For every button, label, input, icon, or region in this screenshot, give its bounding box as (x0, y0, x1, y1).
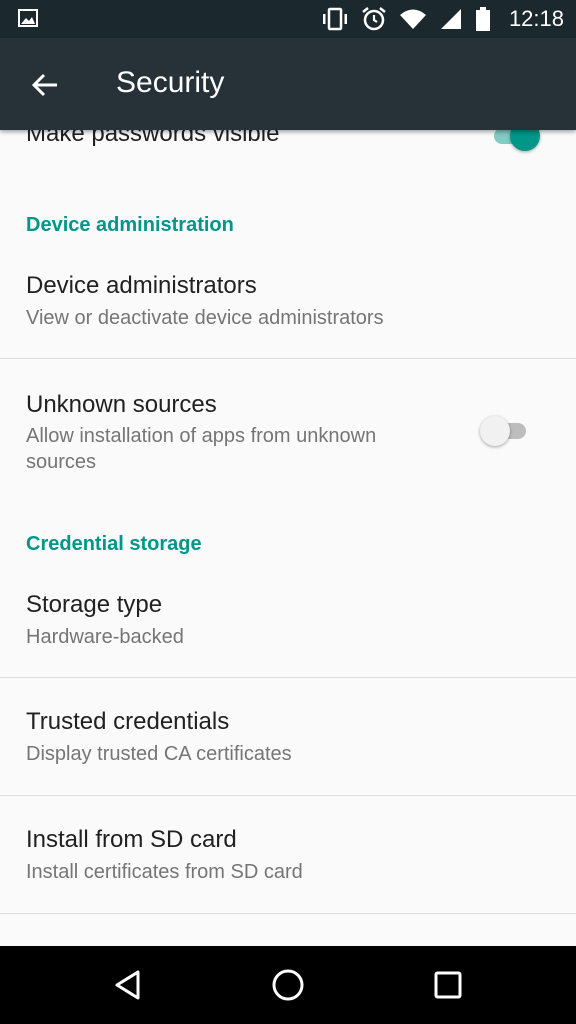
unknown-sources-title: Unknown sources (26, 391, 217, 418)
nav-recents-button[interactable] (418, 960, 478, 1010)
app-bar: Security (0, 38, 576, 130)
vibrate-icon (322, 7, 347, 31)
switch-thumb (510, 130, 540, 151)
unknown-sources-row[interactable]: Unknown sources Allow installation of ap… (0, 359, 576, 499)
signal-icon (440, 9, 461, 29)
unknown-sources-switch[interactable] (478, 411, 534, 451)
storage-type-row[interactable]: Storage type Hardware-backed (0, 577, 576, 677)
make-passwords-visible-title: Make passwords visible (26, 130, 280, 147)
settings-list: Make passwords visible Device administra… (0, 130, 576, 946)
status-bar: 12:18 (0, 0, 576, 38)
page-title: Security (116, 66, 225, 99)
make-passwords-visible-switch[interactable] (486, 130, 542, 156)
trusted-credentials-title: Trusted credentials (26, 708, 230, 735)
back-button[interactable] (20, 60, 70, 110)
trusted-credentials-summary: Display trusted CA certificates (26, 743, 292, 765)
switch-thumb (480, 416, 510, 446)
credential-storage-header: Credential storage (26, 533, 202, 555)
nav-home-button[interactable] (258, 960, 318, 1010)
image-notification-icon (18, 9, 38, 27)
install-from-sd-summary: Install certificates from SD card (26, 861, 303, 883)
unknown-sources-summary-line1: Allow installation of apps from unknown (26, 425, 377, 447)
make-passwords-visible-row[interactable]: Make passwords visible (0, 130, 576, 180)
battery-icon (475, 7, 490, 31)
device-administration-header: Device administration (26, 214, 234, 236)
divider (0, 913, 576, 914)
device-administrators-title: Device administrators (26, 272, 257, 299)
device-administrators-summary: View or deactivate device administrators (26, 307, 384, 329)
navigation-bar (0, 946, 576, 1024)
trusted-credentials-row[interactable]: Trusted credentials Display trusted CA c… (0, 678, 576, 795)
back-triangle-icon (115, 970, 140, 1000)
install-from-sd-title: Install from SD card (26, 826, 237, 853)
status-icons: 12:18 (321, 0, 564, 38)
unknown-sources-summary-line2: sources (26, 451, 97, 473)
nav-back-button[interactable] (98, 960, 158, 1010)
alarm-icon (362, 7, 386, 31)
arrow-back-icon (31, 73, 57, 97)
recents-square-icon (434, 971, 462, 999)
install-from-sd-row[interactable]: Install from SD card Install certificate… (0, 796, 576, 913)
wifi-icon (399, 9, 426, 29)
device-administrators-row[interactable]: Device administrators View or deactivate… (0, 258, 576, 358)
storage-type-summary: Hardware-backed (26, 626, 184, 648)
home-circle-icon (272, 969, 304, 1001)
storage-type-title: Storage type (26, 591, 163, 618)
status-clock: 12:18 (508, 6, 564, 31)
